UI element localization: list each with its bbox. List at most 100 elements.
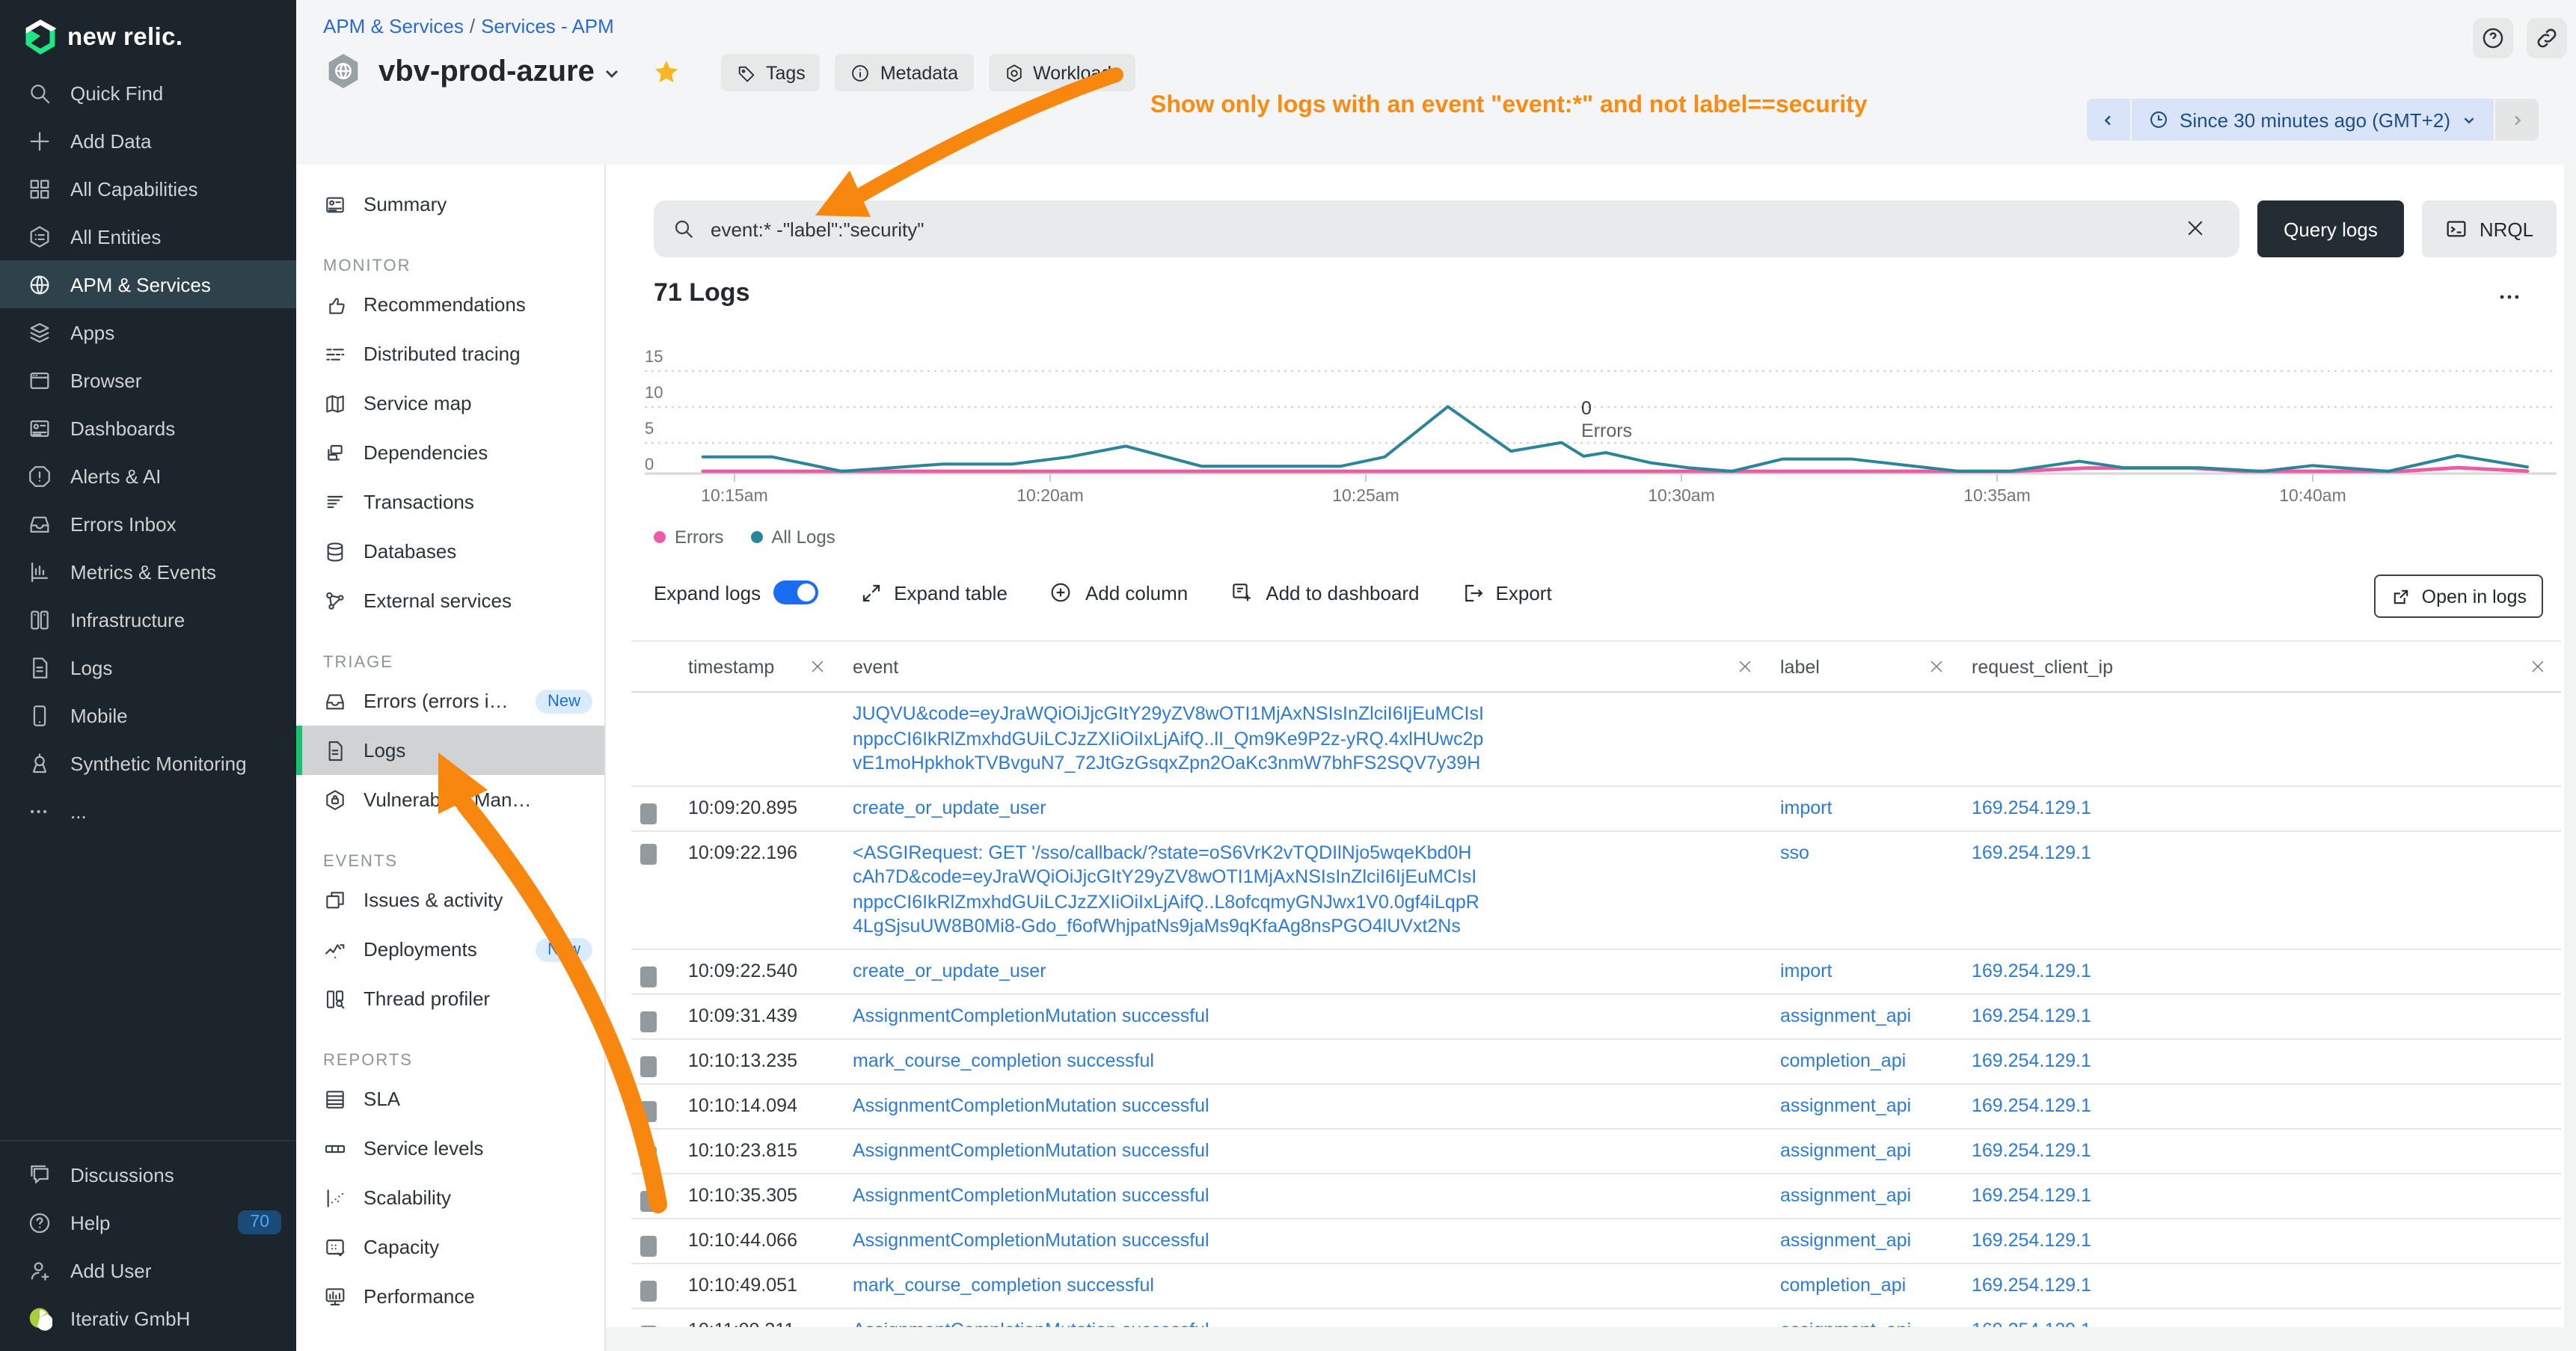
open-in-logs-button[interactable]: Open in logs <box>2374 575 2543 618</box>
favorite-star-icon[interactable] <box>652 58 681 87</box>
column-header-label[interactable]: label <box>1768 642 1960 691</box>
table-row[interactable]: JUQVU&code=eyJraWQiOiJjcGItY29yZV8wOTI1M… <box>631 693 2561 786</box>
title-chevron-down-icon[interactable] <box>604 64 622 82</box>
export-button[interactable]: Export <box>1462 581 1552 604</box>
cell-request-client-ip[interactable]: 169.254.129.1 <box>1960 1084 2561 1127</box>
cell-label[interactable] <box>1768 693 1960 711</box>
subnav-item-transactions[interactable]: Transactions <box>296 477 604 527</box>
cell-label[interactable]: assignment_api <box>1768 994 1960 1038</box>
cell-event[interactable]: JUQVU&code=eyJraWQiOiJjcGItY29yZV8wOTI1M… <box>841 693 1768 785</box>
table-row[interactable]: 10:10:49.051mark_course_completion succe… <box>631 1263 2561 1308</box>
cell-request-client-ip[interactable]: 169.254.129.1 <box>1960 831 2561 874</box>
row-expand-handle[interactable] <box>631 955 676 987</box>
cell-request-client-ip[interactable]: 169.254.129.1 <box>1960 1129 2561 1172</box>
sidebar-footer-iterativ-gmbh[interactable]: Iterativ GmbH <box>0 1294 296 1342</box>
subnav-item-service-levels[interactable]: Service levels <box>296 1124 604 1173</box>
new-relic-logo[interactable]: new relic. <box>0 0 296 69</box>
sidebar-footer-help[interactable]: Help70 <box>0 1198 296 1246</box>
subnav-item-capacity[interactable]: Capacity <box>296 1222 604 1272</box>
row-expand-handle[interactable] <box>631 791 676 824</box>
cell-event[interactable]: AssignmentCompletionMutation successful <box>841 1219 1768 1262</box>
add-column-button[interactable]: Add column <box>1049 580 1188 604</box>
subnav-item-sla[interactable]: SLA <box>296 1074 604 1124</box>
metadata-chip[interactable]: Metadata <box>835 54 973 91</box>
sidebar-footer-discussions[interactable]: Discussions <box>0 1151 296 1198</box>
cell-request-client-ip[interactable]: 169.254.129.1 <box>1960 1039 2561 1082</box>
table-row[interactable]: 10:09:20.895create_or_update_userimport1… <box>631 786 2561 831</box>
cell-label[interactable]: assignment_api <box>1768 1219 1960 1262</box>
cell-request-client-ip[interactable]: 169.254.129.1 <box>1960 994 2561 1038</box>
row-expand-handle[interactable] <box>631 1089 676 1122</box>
table-row[interactable]: 10:10:14.094AssignmentCompletionMutation… <box>631 1084 2561 1129</box>
time-picker-value[interactable]: Since 30 minutes ago (GMT+2) <box>2130 99 2495 141</box>
row-expand-handle[interactable] <box>631 1269 676 1302</box>
sidebar-item-apm-services[interactable]: APM & Services <box>0 260 296 308</box>
ellipsis-menu-icon[interactable] <box>2497 284 2522 310</box>
row-expand-handle[interactable] <box>631 999 676 1032</box>
cell-event[interactable]: AssignmentCompletionMutation successful <box>841 994 1768 1038</box>
subnav-item-databases[interactable]: Databases <box>296 527 604 576</box>
sidebar-item-add-data[interactable]: Add Data <box>0 117 296 165</box>
cell-request-client-ip[interactable]: 169.254.129.1 <box>1960 1174 2561 1217</box>
sidebar-item-alerts-ai[interactable]: Alerts & AI <box>0 452 296 500</box>
nrql-button[interactable]: NRQL <box>2422 200 2557 257</box>
sidebar-item-all-entities[interactable]: All Entities <box>0 212 296 260</box>
cell-label[interactable]: completion_api <box>1768 1263 1960 1307</box>
table-row[interactable]: 10:10:13.235mark_course_completion succe… <box>631 1039 2561 1084</box>
row-expand-handle[interactable] <box>631 1179 676 1212</box>
cell-event[interactable]: create_or_update_user <box>841 786 1768 830</box>
sidebar-item-mobile[interactable]: Mobile <box>0 691 296 739</box>
sidebar-item-errors-inbox[interactable]: Errors Inbox <box>0 500 296 548</box>
workloads-chip[interactable]: Workloads <box>988 54 1136 91</box>
sidebar-item-quick-find[interactable]: Quick Find <box>0 69 296 117</box>
cell-event[interactable]: <ASGIRequest: GET '/sso/callback/?state=… <box>841 831 1768 948</box>
query-logs-button[interactable]: Query logs <box>2257 200 2404 257</box>
subnav-item-deployments[interactable]: DeploymentsNew <box>296 925 604 974</box>
cell-label[interactable]: import <box>1768 786 1960 830</box>
subnav-item-thread-profiler[interactable]: Thread profiler <box>296 974 604 1023</box>
subnav-item-logs[interactable]: Logs <box>296 726 604 775</box>
subnav-item-distributed-tracing[interactable]: Distributed tracing <box>296 329 604 379</box>
sidebar-item-infrastructure[interactable]: Infrastructure <box>0 595 296 643</box>
cell-event[interactable]: mark_course_completion successful <box>841 1039 1768 1082</box>
row-expand-handle[interactable] <box>631 1044 676 1077</box>
tags-chip[interactable]: Tags <box>721 54 821 91</box>
sidebar-item-metrics-events[interactable]: Metrics & Events <box>0 548 296 595</box>
sidebar-item-logs[interactable]: Logs <box>0 643 296 691</box>
subnav-item-vulnerability-management[interactable]: Vulnerability Management <box>296 775 604 824</box>
cell-label[interactable]: sso <box>1768 831 1960 874</box>
add-to-dashboard-button[interactable]: Add to dashboard <box>1230 580 1419 604</box>
sidebar-item-more[interactable]: ... <box>0 787 296 835</box>
legend-errors[interactable]: Errors <box>654 527 723 548</box>
cell-request-client-ip[interactable]: 169.254.129.1 <box>1960 786 2561 830</box>
cell-label[interactable]: import <box>1768 949 1960 993</box>
subnav-item-summary[interactable]: Summary <box>296 180 604 229</box>
cell-label[interactable]: assignment_api <box>1768 1084 1960 1127</box>
vertical-scrollbar[interactable] <box>2564 165 2576 1351</box>
cell-request-client-ip[interactable]: 169.254.129.1 <box>1960 1263 2561 1307</box>
sidebar-item-all-capabilities[interactable]: All Capabilities <box>0 165 296 212</box>
time-picker-next[interactable] <box>2495 99 2539 141</box>
toggle-on-icon[interactable] <box>773 580 818 604</box>
subnav-item-performance[interactable]: Performance <box>296 1272 604 1321</box>
cell-request-client-ip[interactable] <box>1960 693 2561 711</box>
cell-event[interactable]: AssignmentCompletionMutation successful <box>841 1129 1768 1172</box>
row-expand-handle[interactable] <box>631 1134 676 1167</box>
subnav-item-errors-errors-inb[interactable]: Errors (errors inb...New <box>296 676 604 726</box>
sidebar-item-dashboards[interactable]: Dashboards <box>0 404 296 452</box>
cell-request-client-ip[interactable]: 169.254.129.1 <box>1960 1219 2561 1262</box>
cell-label[interactable]: completion_api <box>1768 1039 1960 1082</box>
row-expand-handle[interactable] <box>631 1224 676 1257</box>
cell-event[interactable]: create_or_update_user <box>841 949 1768 993</box>
breadcrumb-apm-services[interactable]: APM & Services <box>323 15 464 37</box>
sidebar-item-synthetic-monitoring[interactable]: Synthetic Monitoring <box>0 739 296 787</box>
cell-event[interactable]: AssignmentCompletionMutation successful <box>841 1084 1768 1127</box>
time-picker-prev[interactable] <box>2087 99 2130 141</box>
cell-request-client-ip[interactable]: 169.254.129.1 <box>1960 949 2561 993</box>
table-row[interactable]: 10:10:23.815AssignmentCompletionMutation… <box>631 1129 2561 1174</box>
table-row[interactable]: 10:09:22.540create_or_update_userimport1… <box>631 949 2561 994</box>
cell-label[interactable]: assignment_api <box>1768 1174 1960 1217</box>
subnav-item-service-map[interactable]: Service map <box>296 379 604 428</box>
legend-all-logs[interactable]: All Logs <box>750 527 835 548</box>
cell-event[interactable]: mark_course_completion successful <box>841 1263 1768 1307</box>
